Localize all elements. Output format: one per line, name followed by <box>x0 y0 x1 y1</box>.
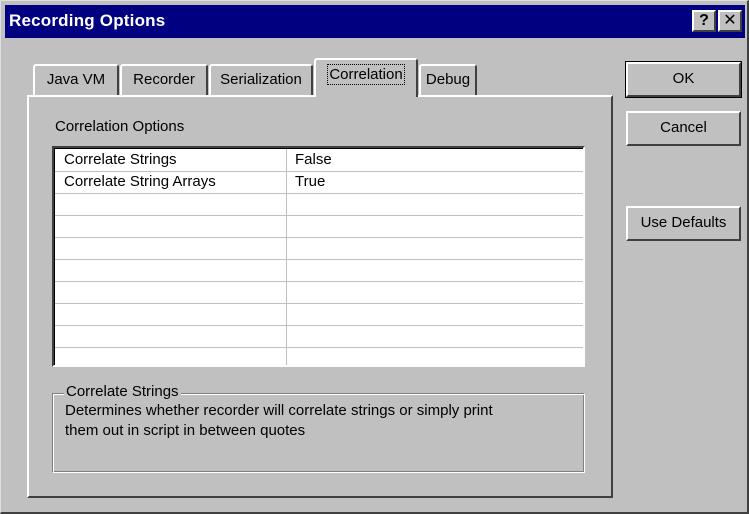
property-value[interactable]: False <box>295 151 332 168</box>
description-line-2: them out in script in between quotes <box>65 422 306 439</box>
grid-row-empty <box>55 215 583 238</box>
tab-serialization[interactable]: Serialization <box>209 64 313 96</box>
tab-debug-label: Debug <box>425 71 471 88</box>
grid-row-correlate-string-arrays[interactable]: Correlate String Arrays True <box>55 171 583 194</box>
tab-recorder-label: Recorder <box>133 71 195 88</box>
tab-correlation-label: Correlation <box>327 64 405 85</box>
grid-row-empty <box>55 281 583 304</box>
property-name: Correlate Strings <box>64 151 177 168</box>
tab-recorder[interactable]: Recorder <box>120 64 208 96</box>
window-title: Recording Options <box>9 11 166 30</box>
correlation-options-label: Correlation Options <box>55 118 185 135</box>
cancel-button[interactable]: Cancel <box>626 111 741 146</box>
grid-row-empty <box>55 347 583 365</box>
grid-row-empty <box>55 259 583 282</box>
grid-row-empty <box>55 303 583 326</box>
recording-options-dialog: Recording Options ? ✕ Java VM Recorder S… <box>0 0 749 514</box>
tab-debug[interactable]: Debug <box>419 64 477 96</box>
tab-java-vm[interactable]: Java VM <box>33 64 119 96</box>
help-icon[interactable]: ? <box>692 10 716 32</box>
title-bar[interactable]: Recording Options ? ✕ <box>5 5 745 38</box>
description-text: Determines whether recorder will correla… <box>65 401 565 441</box>
property-value[interactable]: True <box>295 173 325 190</box>
grid-row-empty <box>55 193 583 216</box>
ok-button[interactable]: OK <box>625 61 742 98</box>
tab-correlation[interactable]: Correlation <box>314 58 418 97</box>
description-title: Correlate Strings <box>64 383 181 400</box>
close-icon[interactable]: ✕ <box>718 10 742 32</box>
grid-row-correlate-strings[interactable]: Correlate Strings False <box>55 149 583 172</box>
grid-row-empty <box>55 237 583 260</box>
property-name: Correlate String Arrays <box>64 173 216 190</box>
correlation-property-grid[interactable]: Correlate Strings False Correlate String… <box>52 146 585 367</box>
description-line-1: Determines whether recorder will correla… <box>65 402 493 419</box>
tab-java-vm-label: Java VM <box>46 71 106 88</box>
tab-serialization-label: Serialization <box>220 71 302 88</box>
use-defaults-button[interactable]: Use Defaults <box>626 206 741 241</box>
grid-row-empty <box>55 325 583 348</box>
